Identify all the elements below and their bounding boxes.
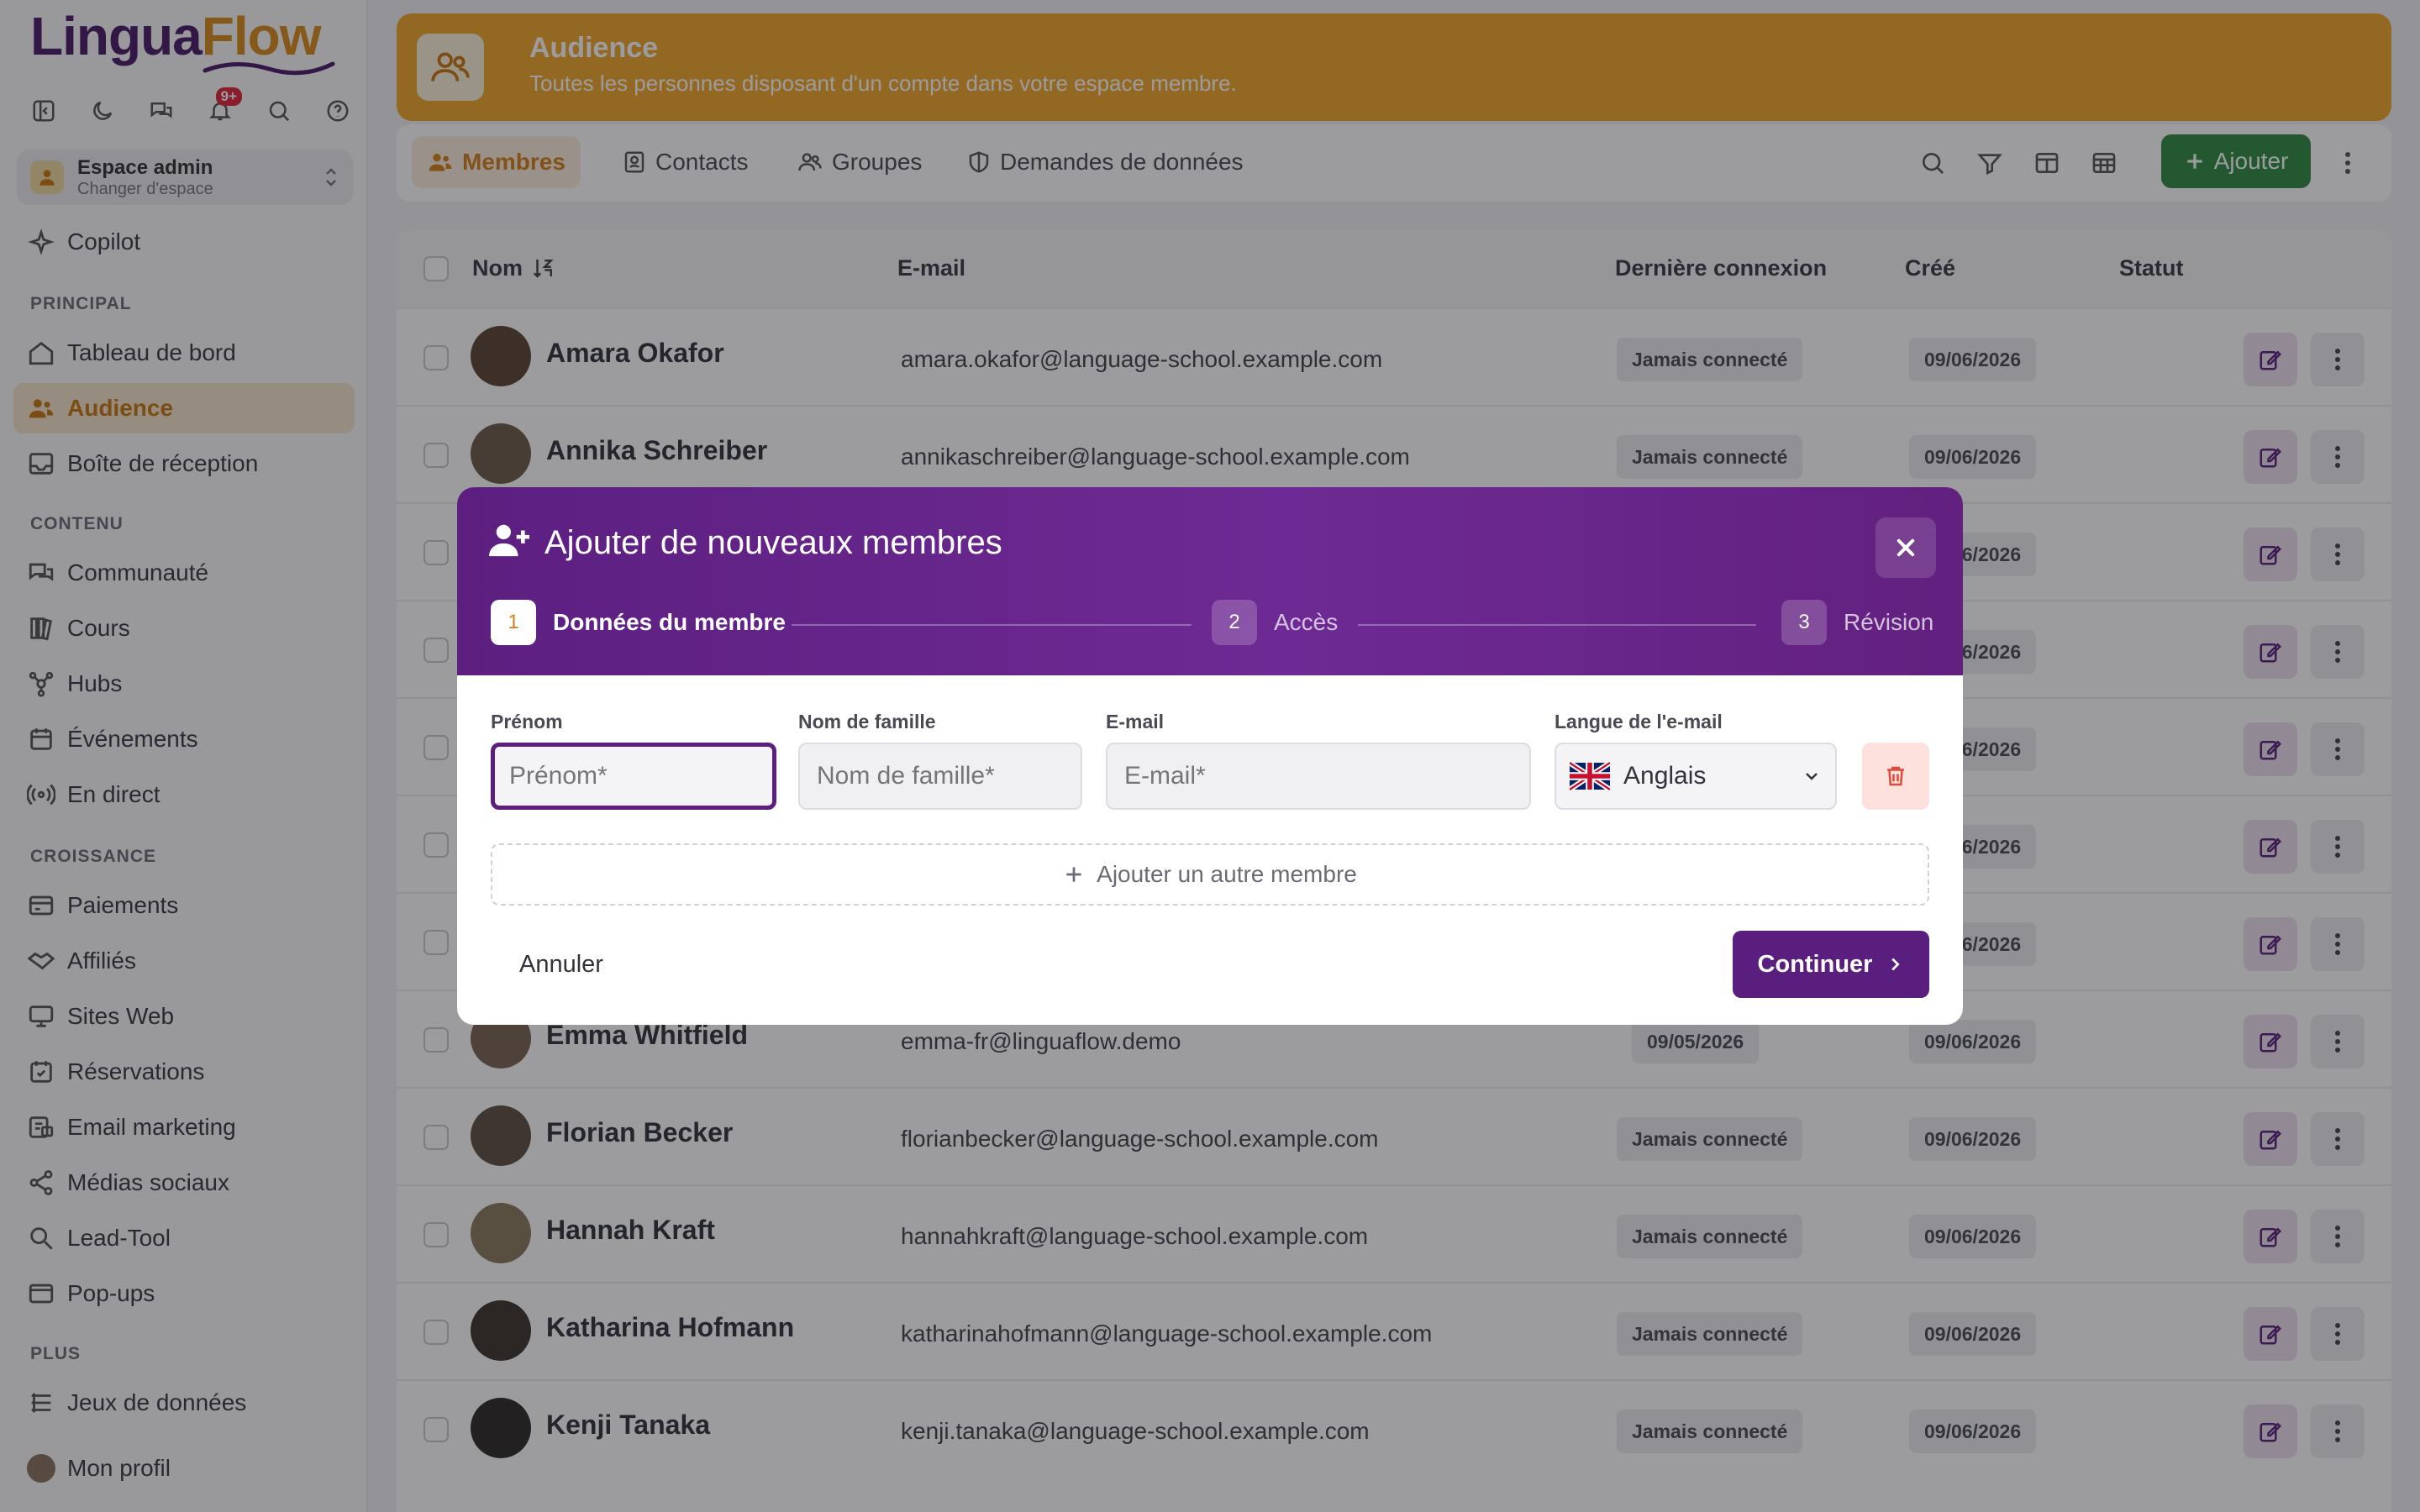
cancel-button[interactable]: Annuler <box>519 951 603 979</box>
trash-icon <box>1887 766 1904 786</box>
first-name-label: Prénom <box>491 711 563 732</box>
close-icon <box>1897 538 1915 557</box>
chevron-right-icon <box>1891 958 1901 971</box>
last-name-label: Nom de famille <box>798 711 936 732</box>
step-label: Données du membre <box>553 609 786 635</box>
language-select[interactable]: Anglais <box>1555 743 1837 810</box>
delete-row-button[interactable] <box>1862 743 1929 810</box>
step-number: 2 <box>1212 600 1257 645</box>
add-another-member-button[interactable]: Ajouter un autre membre <box>491 843 1929 906</box>
language-value: Anglais <box>1623 762 1707 790</box>
dialog-title: Ajouter de nouveaux membres <box>544 524 1002 561</box>
email-input[interactable] <box>1106 743 1531 810</box>
uk-flag-icon <box>1570 762 1610 790</box>
continue-label: Continuer <box>1757 950 1873 978</box>
step-label: Accès <box>1274 609 1339 635</box>
add-members-dialog: Ajouter de nouveaux membres 1 Données du … <box>457 487 1963 1025</box>
step-1: 1 Données du membre <box>491 600 786 645</box>
step-label: Révision <box>1844 609 1934 635</box>
language-label: Langue de l'e-mail <box>1555 711 1723 732</box>
step-3: 3 Révision <box>1781 600 1933 645</box>
step-number: 3 <box>1781 600 1827 645</box>
close-button[interactable] <box>1876 517 1936 578</box>
plus-icon <box>1066 867 1081 882</box>
continue-button[interactable]: Continuer <box>1733 931 1929 998</box>
step-2: 2 Accès <box>1212 600 1338 645</box>
email-label: E-mail <box>1106 711 1165 732</box>
last-name-input[interactable] <box>798 743 1082 810</box>
first-name-input[interactable] <box>491 743 776 810</box>
step-connector <box>1358 624 1756 626</box>
add-another-label: Ajouter un autre membre <box>1097 861 1357 887</box>
user-plus-icon <box>489 524 529 557</box>
chevron-down-icon <box>1806 773 1818 780</box>
step-connector <box>792 624 1192 626</box>
step-number: 1 <box>491 600 536 645</box>
dialog-header: Ajouter de nouveaux membres 1 Données du … <box>457 487 1963 675</box>
